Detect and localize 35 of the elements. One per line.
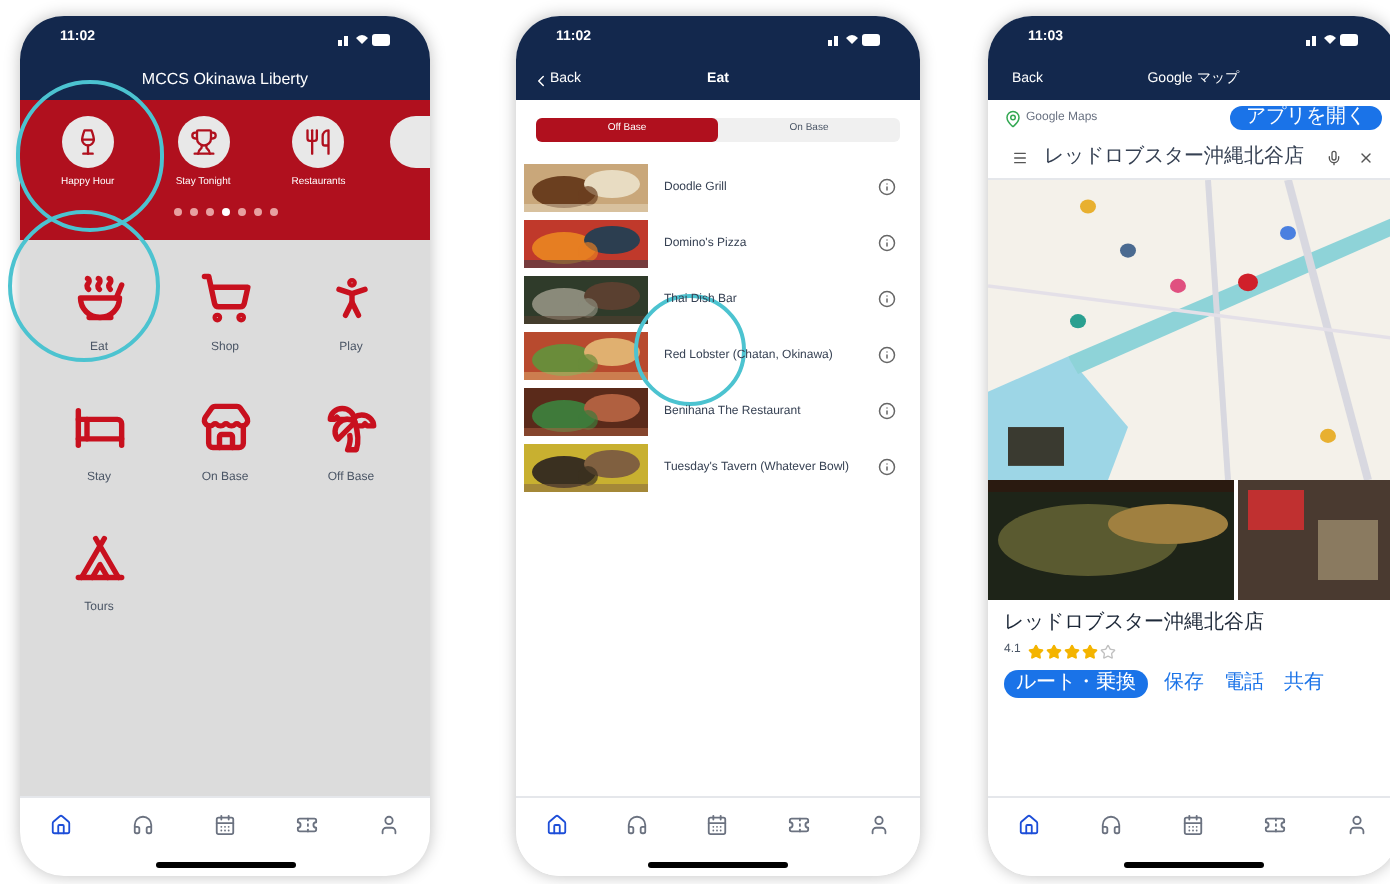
app-title: MCCS Okinawa Liberty bbox=[141, 68, 309, 92]
open-app-button[interactable]: アプリを開く bbox=[1230, 106, 1382, 130]
home-indicator bbox=[648, 861, 788, 867]
place-action-button[interactable]: 保存 bbox=[1160, 672, 1208, 696]
category-icon bbox=[199, 402, 251, 454]
menu-icon[interactable] bbox=[1012, 149, 1028, 165]
carousel-icon bbox=[390, 116, 430, 168]
search-field[interactable]: レッドロブスター沖縄北谷店 bbox=[1044, 142, 1310, 172]
info-icon[interactable] bbox=[878, 346, 896, 364]
map-pin-icon bbox=[1004, 109, 1022, 127]
carousel-icon bbox=[61, 116, 114, 168]
place-action-button[interactable]: ルート・乗換 bbox=[1004, 670, 1148, 698]
place-action-button[interactable]: 共有 bbox=[1280, 672, 1328, 696]
home-indicator bbox=[155, 861, 295, 867]
category-icon bbox=[325, 402, 377, 454]
mic-icon[interactable] bbox=[1326, 149, 1342, 165]
category-icon bbox=[73, 402, 125, 454]
status-icons bbox=[338, 31, 390, 45]
carousel-icon bbox=[177, 116, 230, 168]
close-icon[interactable] bbox=[1358, 149, 1374, 165]
category-icon bbox=[199, 272, 251, 324]
back-icon bbox=[532, 71, 550, 89]
info-icon[interactable] bbox=[878, 234, 896, 252]
carousel-icon bbox=[292, 116, 345, 168]
status-icons bbox=[828, 31, 880, 45]
home-indicator bbox=[1123, 861, 1263, 867]
status-icons bbox=[1306, 31, 1358, 45]
place-action-button[interactable]: 電話 bbox=[1220, 672, 1268, 696]
info-icon[interactable] bbox=[878, 178, 896, 196]
info-icon[interactable] bbox=[878, 458, 896, 476]
info-icon[interactable] bbox=[878, 402, 896, 420]
category-icon bbox=[73, 272, 125, 324]
place-name: レッドロブスター沖縄北谷店 bbox=[1004, 609, 1266, 638]
category-icon bbox=[73, 532, 125, 584]
info-icon[interactable] bbox=[878, 290, 896, 308]
